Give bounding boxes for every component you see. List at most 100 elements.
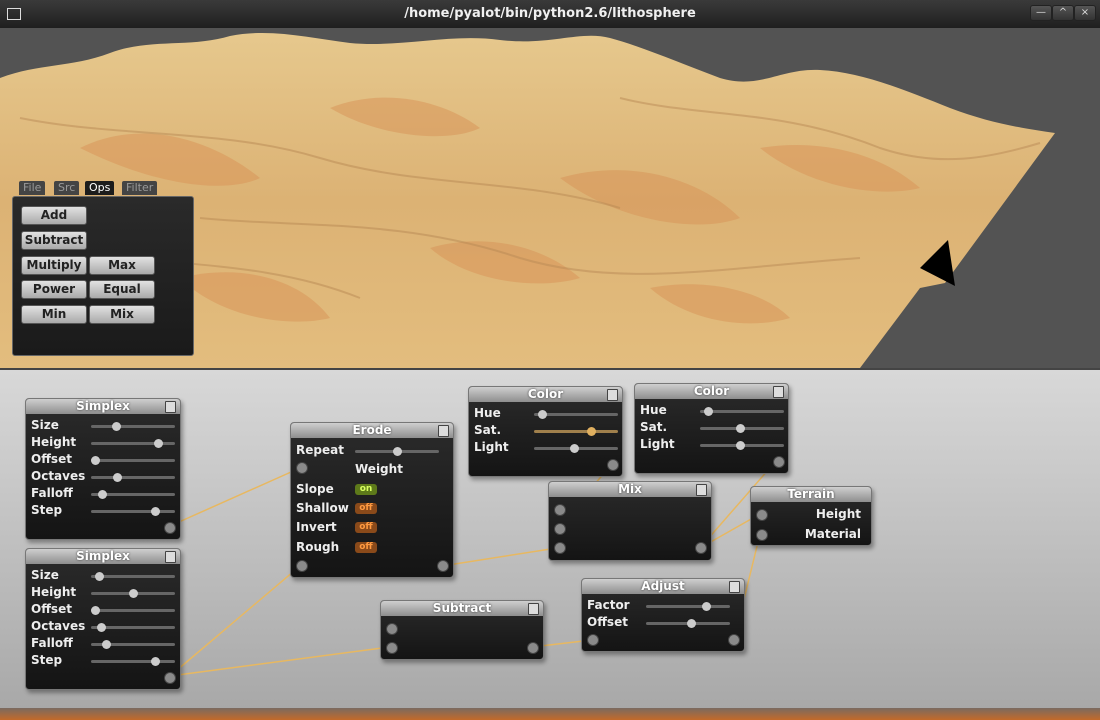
- slider-knob[interactable]: [736, 441, 746, 450]
- slider-knob[interactable]: [587, 427, 597, 436]
- slider-knob[interactable]: [687, 619, 697, 628]
- tab-file[interactable]: File: [19, 181, 46, 195]
- slider-knob[interactable]: [97, 623, 107, 632]
- repeat-slider[interactable]: [355, 447, 439, 456]
- shallow-toggle[interactable]: off: [355, 503, 377, 514]
- slider-knob[interactable]: [112, 422, 122, 431]
- hue-slider[interactable]: [534, 410, 618, 419]
- mix-button[interactable]: Mix: [89, 305, 155, 324]
- terrain-node[interactable]: Terrain Height Material: [750, 486, 872, 546]
- output-port[interactable]: [527, 642, 539, 654]
- minimize-button[interactable]: —: [1030, 5, 1052, 21]
- slider-knob[interactable]: [129, 589, 138, 598]
- terrain-node-title[interactable]: Terrain: [751, 487, 871, 502]
- slider-knob[interactable]: [538, 410, 548, 419]
- simplex-node-1[interactable]: Simplex Size Height Offset Octaves Fallo…: [25, 398, 181, 540]
- color-node-1[interactable]: Color Hue Sat. Light: [468, 386, 623, 477]
- slider-knob[interactable]: [97, 490, 107, 499]
- simplex-node-1-title[interactable]: Simplex: [26, 399, 180, 414]
- slider-knob[interactable]: [150, 507, 160, 516]
- adjust-node-title[interactable]: Adjust: [582, 579, 744, 594]
- input-port[interactable]: [554, 504, 566, 516]
- saturation-slider[interactable]: [534, 427, 618, 436]
- slope-toggle[interactable]: on: [355, 484, 377, 495]
- slider-knob[interactable]: [113, 473, 123, 482]
- slider-knob[interactable]: [704, 407, 714, 416]
- output-port[interactable]: [773, 456, 785, 468]
- input-port[interactable]: [554, 523, 566, 535]
- mix-node[interactable]: Mix: [548, 481, 712, 561]
- subtract-button[interactable]: Subtract: [21, 231, 87, 250]
- slider-knob[interactable]: [150, 657, 160, 666]
- slider-knob[interactable]: [736, 424, 746, 433]
- octaves-slider[interactable]: [91, 623, 175, 632]
- erode-node-title[interactable]: Erode: [291, 423, 453, 438]
- slider-knob[interactable]: [102, 640, 112, 649]
- light-slider[interactable]: [700, 441, 784, 450]
- add-button[interactable]: Add: [21, 206, 87, 225]
- input-port[interactable]: [386, 642, 398, 654]
- slider-knob[interactable]: [393, 447, 402, 456]
- falloff-slider[interactable]: [91, 640, 175, 649]
- trash-icon[interactable]: [165, 551, 176, 563]
- power-button[interactable]: Power: [21, 280, 87, 299]
- step-slider[interactable]: [91, 507, 175, 516]
- color-node-2-title[interactable]: Color: [635, 384, 788, 399]
- mix-node-title[interactable]: Mix: [549, 482, 711, 497]
- invert-toggle[interactable]: off: [355, 522, 377, 533]
- trash-icon[interactable]: [729, 581, 740, 593]
- erode-node[interactable]: Erode Repeat Weight Slope on Shallow off I…: [290, 422, 454, 578]
- simplex-node-2[interactable]: Simplex Size Height Offset Octaves Fallo…: [25, 548, 181, 690]
- height-slider[interactable]: [91, 589, 175, 598]
- falloff-slider[interactable]: [91, 490, 175, 499]
- trash-icon[interactable]: [528, 603, 539, 615]
- color-node-2[interactable]: Color Hue Sat. Light: [634, 383, 789, 474]
- close-button[interactable]: ×: [1074, 5, 1096, 21]
- trash-icon[interactable]: [773, 386, 784, 398]
- input-port[interactable]: [554, 542, 566, 554]
- offset-slider[interactable]: [646, 619, 730, 628]
- trash-icon[interactable]: [438, 425, 449, 437]
- size-slider[interactable]: [91, 572, 175, 581]
- height-slider[interactable]: [91, 439, 175, 448]
- output-port[interactable]: [728, 634, 740, 646]
- maximize-button[interactable]: ^: [1052, 5, 1074, 21]
- size-slider[interactable]: [91, 422, 175, 431]
- slider-knob[interactable]: [154, 439, 164, 448]
- subtract-node[interactable]: Subtract: [380, 600, 544, 660]
- slider-knob[interactable]: [570, 444, 580, 453]
- equal-button[interactable]: Equal: [89, 280, 155, 299]
- min-button[interactable]: Min: [21, 305, 87, 324]
- subtract-node-title[interactable]: Subtract: [381, 601, 543, 616]
- tab-src[interactable]: Src: [54, 181, 80, 195]
- offset-slider[interactable]: [91, 456, 175, 465]
- input-port[interactable]: [386, 623, 398, 635]
- input-port[interactable]: [587, 634, 599, 646]
- slider-knob[interactable]: [91, 606, 101, 615]
- output-port[interactable]: [164, 672, 176, 684]
- tab-ops[interactable]: Ops: [85, 181, 115, 195]
- saturation-slider[interactable]: [700, 424, 784, 433]
- rough-toggle[interactable]: off: [355, 542, 377, 553]
- trash-icon[interactable]: [696, 484, 707, 496]
- factor-slider[interactable]: [646, 602, 730, 611]
- multiply-button[interactable]: Multiply: [21, 256, 87, 275]
- trash-icon[interactable]: [607, 389, 618, 401]
- trash-icon[interactable]: [165, 401, 176, 413]
- octaves-slider[interactable]: [91, 473, 175, 482]
- simplex-node-2-title[interactable]: Simplex: [26, 549, 180, 564]
- slider-knob[interactable]: [702, 602, 712, 611]
- output-port[interactable]: [437, 560, 449, 572]
- hue-slider[interactable]: [700, 407, 784, 416]
- input-port[interactable]: [296, 560, 308, 572]
- output-port[interactable]: [164, 522, 176, 534]
- color-node-1-title[interactable]: Color: [469, 387, 622, 402]
- step-slider[interactable]: [91, 657, 175, 666]
- max-button[interactable]: Max: [89, 256, 155, 275]
- adjust-node[interactable]: Adjust Factor Offset: [581, 578, 745, 652]
- offset-slider[interactable]: [91, 606, 175, 615]
- slider-knob[interactable]: [95, 572, 105, 581]
- slider-knob[interactable]: [91, 456, 101, 465]
- tab-filter[interactable]: Filter: [122, 181, 158, 195]
- node-graph-canvas[interactable]: Simplex Size Height Offset Octaves Fallo…: [0, 368, 1100, 710]
